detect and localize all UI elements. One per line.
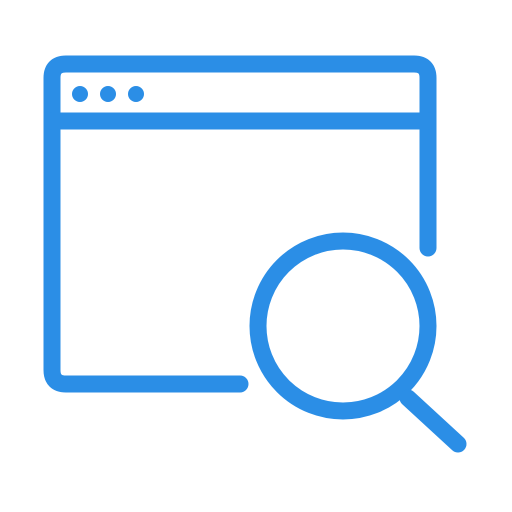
window-dot-3 [128,86,144,102]
magnifier-lens [249,232,437,420]
browser-window-search-icon [43,55,467,453]
window-dot-1 [72,86,88,102]
window-dot-2 [100,86,116,102]
browser-window-frame [43,55,437,393]
icon-canvas [0,0,512,512]
magnifier-handle [399,389,467,453]
